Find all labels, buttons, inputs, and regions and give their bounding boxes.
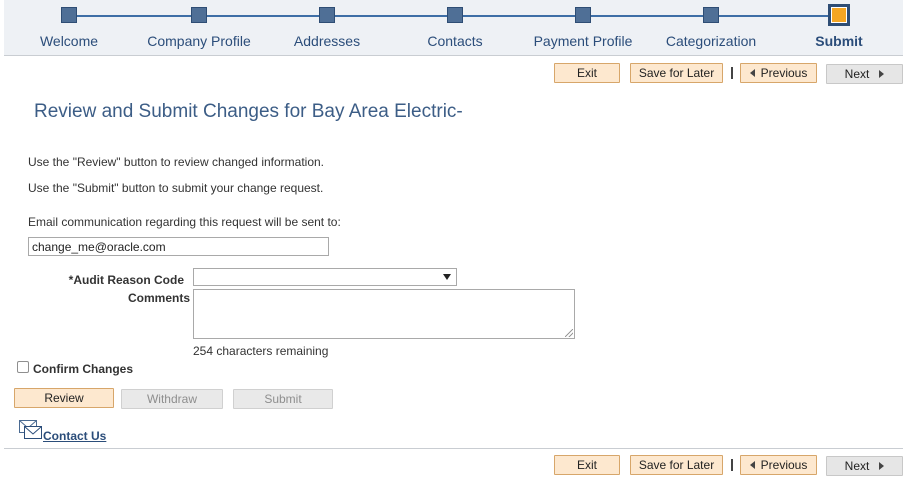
step-marker — [703, 7, 719, 23]
step-marker — [575, 7, 591, 23]
page-title: Review and Submit Changes for Bay Area E… — [34, 101, 463, 122]
dropdown-arrow-icon — [443, 274, 451, 280]
toolbar-separator — [731, 67, 733, 79]
next-label: Next — [844, 459, 870, 473]
step-train: Welcome Company Profile Addresses Contac… — [4, 0, 903, 56]
step-marker — [319, 7, 335, 23]
step-submit[interactable]: Submit — [779, 0, 899, 56]
previous-label: Previous — [760, 458, 808, 472]
step-label: Payment Profile — [533, 33, 633, 49]
chevron-left-icon — [749, 68, 755, 77]
save-for-later-button[interactable]: Save for Later — [630, 63, 723, 83]
withdraw-button[interactable]: Withdraw — [121, 389, 223, 409]
characters-remaining: 254 characters remaining — [193, 344, 329, 358]
footer-divider — [4, 448, 903, 449]
audit-reason-select[interactable] — [193, 268, 457, 286]
step-welcome[interactable]: Welcome — [9, 0, 129, 56]
step-addresses[interactable]: Addresses — [267, 0, 387, 56]
chevron-right-icon — [879, 69, 885, 78]
step-marker — [447, 7, 463, 23]
next-button[interactable]: Next — [826, 64, 903, 84]
next-button-bottom[interactable]: Next — [826, 456, 903, 476]
step-label: Contacts — [427, 33, 483, 49]
email-field[interactable] — [28, 237, 329, 256]
step-company-profile[interactable]: Company Profile — [139, 0, 259, 56]
comments-label: Comments — [127, 291, 190, 305]
step-contacts[interactable]: Contacts — [395, 0, 515, 56]
previous-button-bottom[interactable]: Previous — [740, 455, 817, 475]
step-label: Categorization — [665, 33, 757, 49]
exit-button[interactable]: Exit — [554, 63, 620, 83]
previous-label: Previous — [760, 66, 808, 80]
email-prompt: Email communication regarding this reque… — [28, 215, 341, 229]
submit-button[interactable]: Submit — [233, 389, 333, 409]
instruction-submit: Use the "Submit" button to submit your c… — [28, 181, 324, 195]
exit-button-bottom[interactable]: Exit — [554, 455, 620, 475]
step-label: Addresses — [293, 33, 361, 49]
step-label: Welcome — [39, 33, 99, 49]
resize-grip-icon[interactable] — [565, 329, 573, 337]
confirm-changes-label: Confirm Changes — [33, 362, 134, 376]
chevron-left-icon — [749, 460, 755, 469]
toolbar-separator — [731, 459, 733, 471]
confirm-changes-checkbox[interactable] — [17, 361, 29, 373]
previous-button[interactable]: Previous — [740, 63, 817, 83]
step-marker — [61, 7, 77, 23]
contact-us-link[interactable]: Contact Us — [43, 429, 106, 443]
envelope-icon[interactable] — [19, 420, 43, 440]
step-marker — [191, 7, 207, 23]
save-for-later-button-bottom[interactable]: Save for Later — [630, 455, 723, 475]
audit-reason-label: *Audit Reason Code — [68, 273, 184, 287]
step-categorization[interactable]: Categorization — [651, 0, 771, 56]
step-payment-profile[interactable]: Payment Profile — [523, 0, 643, 56]
step-marker-active — [828, 4, 850, 26]
instruction-review: Use the "Review" button to review change… — [28, 155, 325, 169]
chevron-right-icon — [879, 461, 885, 470]
next-label: Next — [844, 67, 870, 81]
review-button[interactable]: Review — [14, 388, 114, 408]
step-label: Submit — [815, 33, 863, 49]
step-label: Company Profile — [147, 33, 251, 49]
comments-textarea[interactable] — [193, 289, 575, 339]
